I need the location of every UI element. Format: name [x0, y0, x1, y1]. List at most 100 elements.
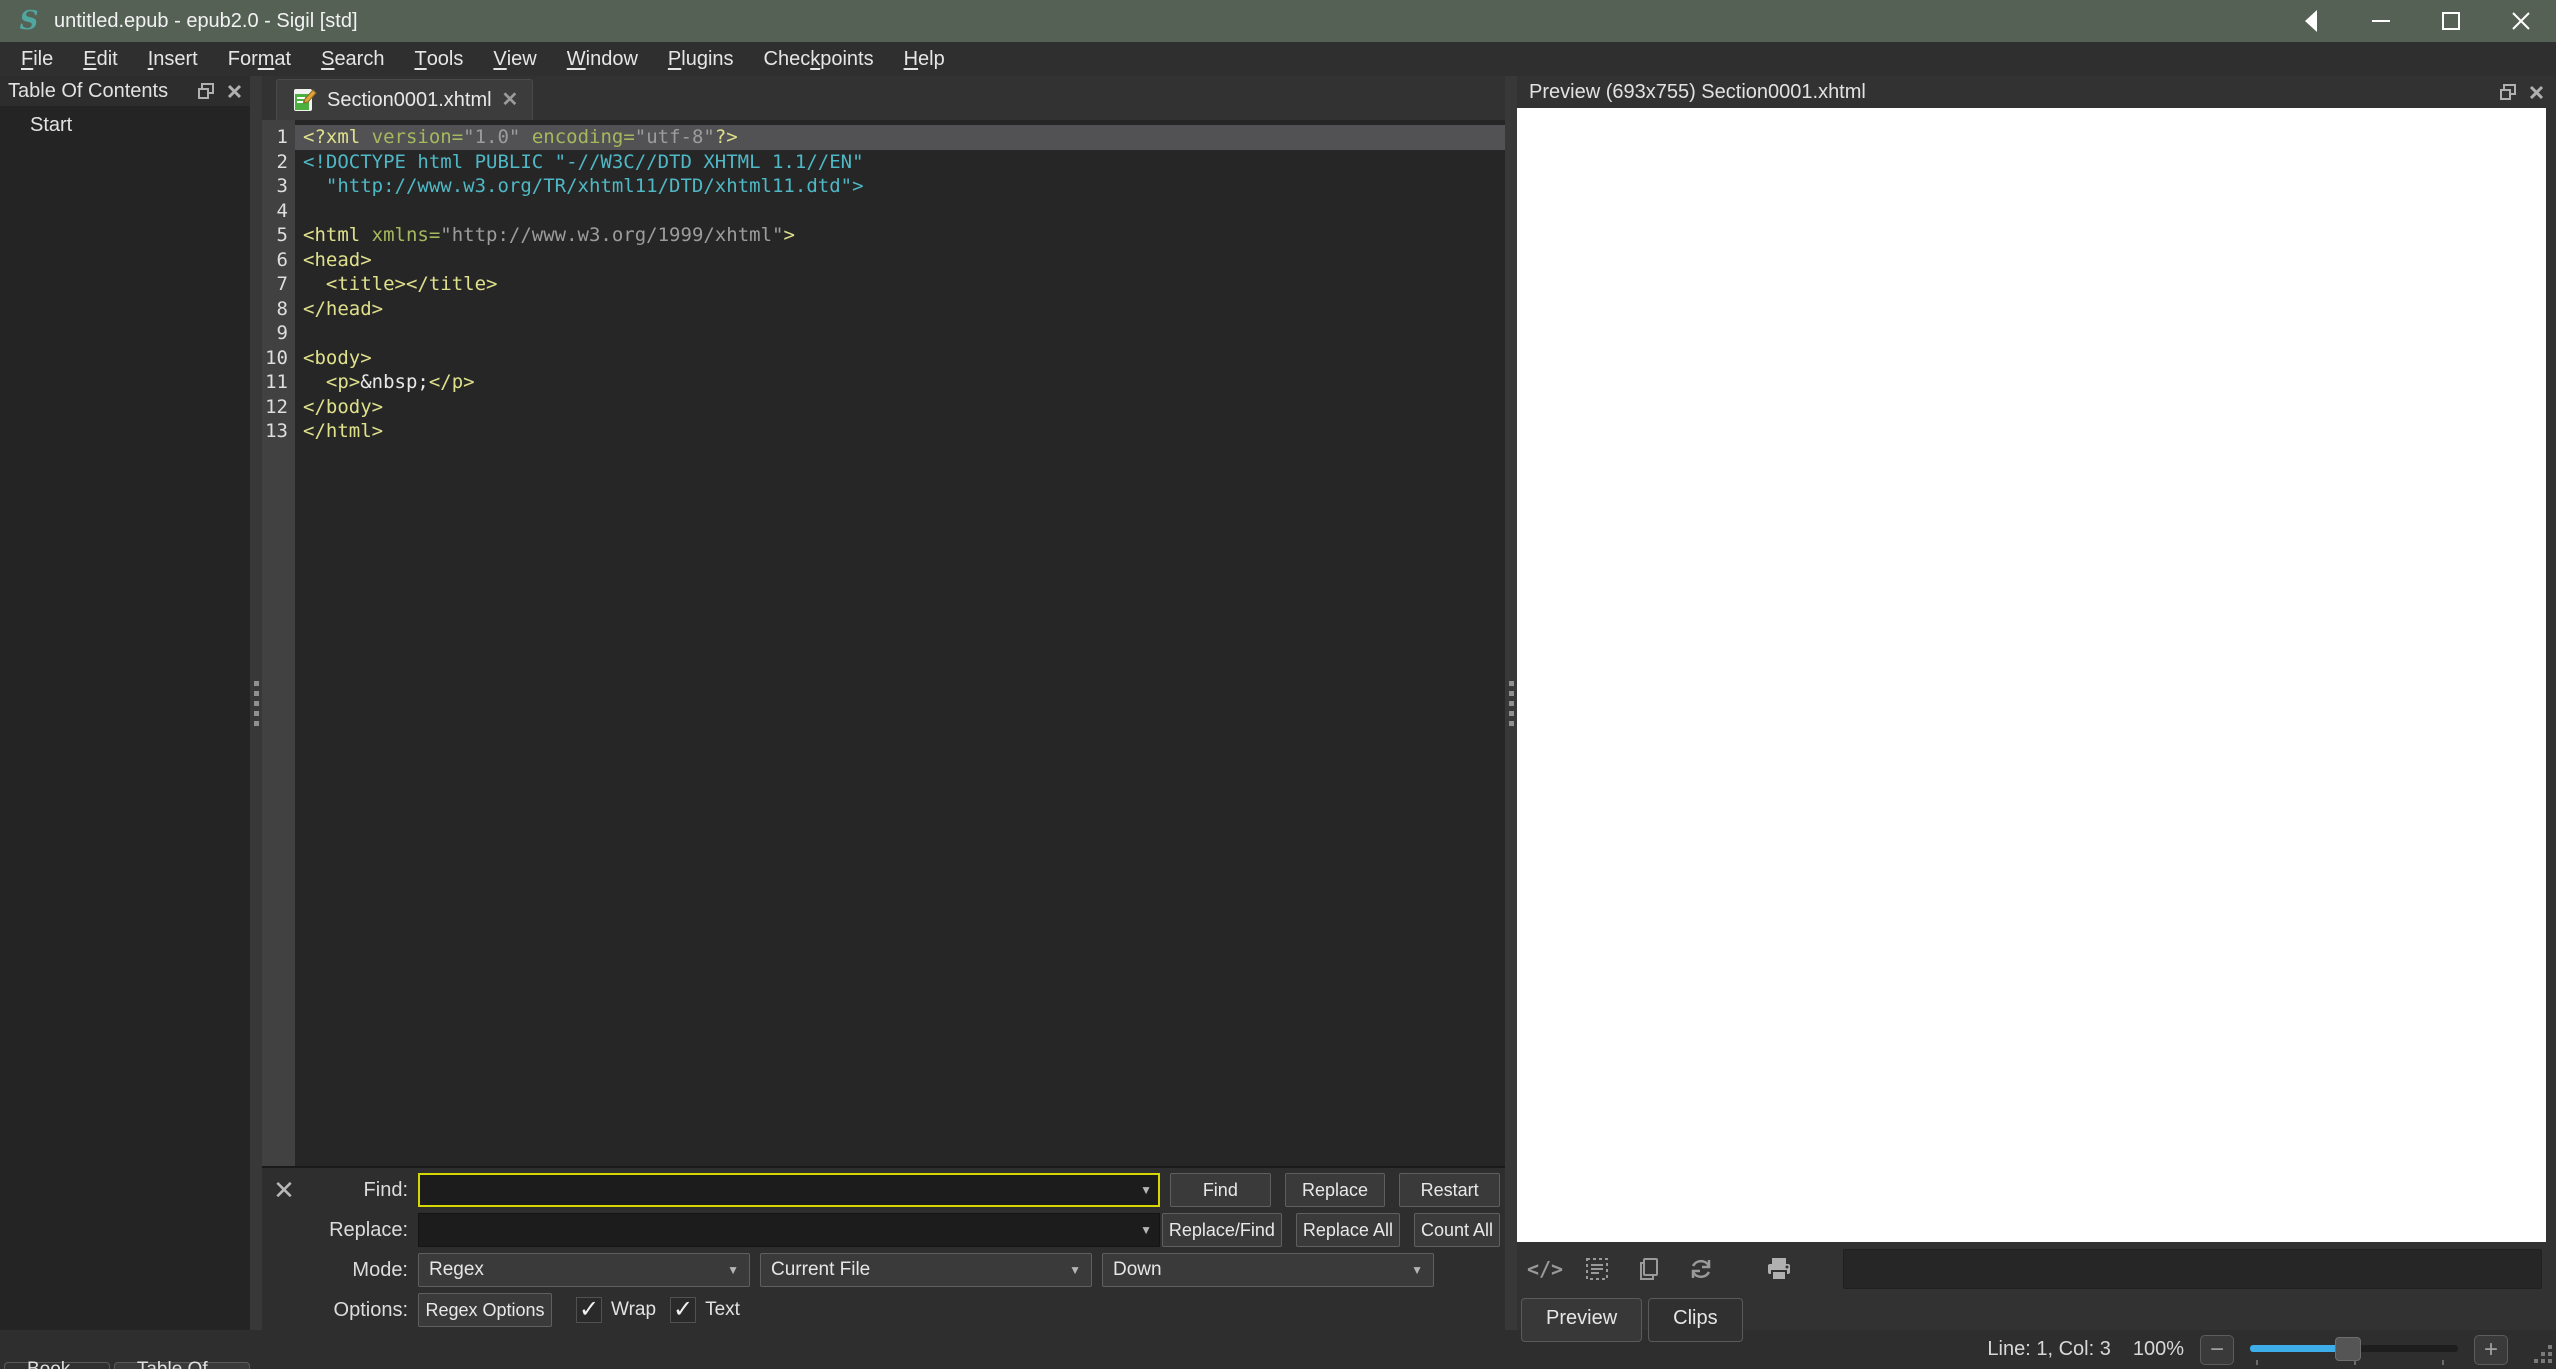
find-button[interactable]: Find: [1170, 1173, 1271, 1207]
code-editor[interactable]: 12345678910111213 <?xml version="1.0" en…: [262, 120, 1505, 1166]
code-token: <!DOCTYPE html PUBLIC "-//W3C//DTD XHTML…: [303, 151, 864, 173]
zoom-out-button[interactable]: −: [2200, 1335, 2234, 1365]
print-icon[interactable]: [1765, 1255, 1793, 1283]
preview-search-input[interactable]: [1843, 1249, 2542, 1289]
close-icon: [227, 84, 242, 99]
code-line-3: "http://www.w3.org/TR/xhtml11/DTD/xhtml1…: [295, 174, 1505, 199]
replace-button[interactable]: Replace: [1285, 1173, 1386, 1207]
toc-item-start[interactable]: Start: [0, 114, 250, 140]
menu-tools[interactable]: Tools: [399, 42, 478, 76]
menu-insert[interactable]: Insert: [133, 42, 213, 76]
menu-view[interactable]: View: [478, 42, 551, 76]
close-panel-button[interactable]: [2529, 85, 2544, 100]
select-all-icon[interactable]: [1583, 1255, 1611, 1283]
menu-format[interactable]: Format: [213, 42, 306, 76]
line-number: 7: [262, 272, 295, 297]
chevron-down-icon[interactable]: ▼: [1140, 1183, 1152, 1197]
float-panel-button[interactable]: [197, 82, 215, 100]
code-token: [520, 126, 531, 148]
title-bar: S untitled.epub - epub2.0 - Sigil [std]: [0, 0, 2556, 42]
dropdown-down[interactable]: Down▼: [1102, 1253, 1434, 1287]
find-input[interactable]: [418, 1173, 1160, 1207]
line-number: 1: [262, 125, 295, 150]
code-token: <head>: [303, 249, 372, 271]
count-all-button[interactable]: Count All: [1414, 1213, 1500, 1247]
find-panel-close-button[interactable]: ✕: [270, 1177, 298, 1203]
preview-panel: Preview (693x755) Section0001.xhtml </>: [1517, 76, 2556, 1330]
refresh-icon[interactable]: [1687, 1255, 1715, 1283]
menu-checkpoints[interactable]: Checkpoints: [749, 42, 889, 76]
code-token: "1.0": [463, 126, 520, 148]
code-line-13: </html>: [295, 419, 1505, 444]
toc-panel-title: Table Of Contents: [8, 80, 168, 103]
mode-dropdowns: Regex▼ Current File▼ Down▼: [418, 1253, 1500, 1287]
menu-file[interactable]: File: [6, 42, 68, 76]
preview-content[interactable]: [1517, 108, 2546, 1242]
code-line-1: <?xml version="1.0" encoding="utf-8"?>: [295, 125, 1505, 150]
restart-button[interactable]: Restart: [1399, 1173, 1500, 1207]
close-icon: [2529, 85, 2544, 100]
regex-options-button[interactable]: Regex Options: [418, 1293, 552, 1327]
close-panel-button[interactable]: [227, 84, 242, 99]
chevron-down-icon: ▼: [1069, 1263, 1081, 1277]
dock-tab-table-of-co[interactable]: Table Of Co...: [114, 1362, 250, 1369]
splitter-right[interactable]: [1505, 76, 1517, 1330]
xhtml-file-icon: [291, 87, 317, 113]
float-panel-button[interactable]: [2499, 83, 2517, 101]
code-token: </html>: [303, 420, 383, 442]
code-token: <title></title>: [303, 273, 497, 295]
code-token: "http://www.w3.org/1999/xhtml": [440, 224, 783, 246]
sigil-window: S untitled.epub - epub2.0 - Sigil [std] …: [0, 0, 2556, 1369]
close-button[interactable]: [2486, 0, 2556, 42]
checkbox-wrap[interactable]: ✓Wrap: [576, 1297, 656, 1323]
menu-help[interactable]: Help: [889, 42, 960, 76]
dock-tab-book-b[interactable]: Book B...: [4, 1362, 110, 1369]
editor-tab-bar: Section0001.xhtml ✕: [262, 76, 1505, 120]
tab-close-icon[interactable]: ✕: [502, 90, 519, 110]
checkbox-label: Text: [705, 1299, 740, 1321]
code-line-5: <html xmlns="http://www.w3.org/1999/xhtm…: [295, 223, 1505, 248]
copy-icon[interactable]: [1635, 1255, 1663, 1283]
replace-find-button[interactable]: Replace/Find: [1162, 1213, 1282, 1247]
code-line-12: </body>: [295, 395, 1505, 420]
code-token: "http://www.w3.org/TR/xhtml11/DTD/xhtml1…: [303, 175, 864, 197]
checkbox-text[interactable]: ✓Text: [670, 1297, 740, 1323]
cursor-position: Line: 1, Col: 3: [1987, 1338, 2110, 1361]
code-line-10: <body>: [295, 346, 1505, 371]
menu-bar: FileEditInsertFormatSearchToolsViewWindo…: [0, 42, 2556, 76]
replace-input[interactable]: [418, 1213, 1160, 1247]
code-token: encoding=: [532, 126, 635, 148]
replace-all-button[interactable]: Replace All: [1296, 1213, 1400, 1247]
float-icon: [2499, 83, 2517, 101]
code-line-9: [295, 321, 1505, 346]
zoom-slider-fill: [2250, 1345, 2348, 1352]
code-token: </p>: [429, 371, 475, 393]
menu-window[interactable]: Window: [552, 42, 653, 76]
tab-section0001[interactable]: Section0001.xhtml ✕: [276, 79, 533, 120]
options-label: Options:: [308, 1299, 408, 1322]
menu-search[interactable]: Search: [306, 42, 399, 76]
minimize-button[interactable]: [2346, 0, 2416, 42]
code-line-8: </head>: [295, 297, 1505, 322]
dropdown-current-file[interactable]: Current File▼: [760, 1253, 1092, 1287]
checkbox-label: Wrap: [611, 1299, 656, 1321]
zoom-slider-handle[interactable]: [2335, 1337, 2361, 1361]
line-number: 12: [262, 395, 295, 420]
code-view-icon[interactable]: </>: [1531, 1255, 1559, 1283]
preview-toolbar: </>: [1517, 1242, 2556, 1296]
chevron-down-icon[interactable]: ▼: [1140, 1223, 1152, 1237]
zoom-slider[interactable]: [2250, 1335, 2458, 1365]
menu-plugins[interactable]: Plugins: [653, 42, 749, 76]
collapse-arrow-button[interactable]: [2276, 0, 2346, 42]
maximize-button[interactable]: [2416, 0, 2486, 42]
preview-tab-preview[interactable]: Preview: [1521, 1298, 1642, 1342]
code-token: <html: [303, 224, 372, 246]
preview-tab-clips[interactable]: Clips: [1648, 1298, 1742, 1342]
code-token: version=: [372, 126, 464, 148]
zoom-in-button[interactable]: +: [2474, 1335, 2508, 1365]
line-number: 8: [262, 297, 295, 322]
dropdown-regex[interactable]: Regex▼: [418, 1253, 750, 1287]
resize-grip-icon[interactable]: [2530, 1337, 2552, 1363]
splitter-left[interactable]: [250, 76, 262, 1330]
menu-edit[interactable]: Edit: [68, 42, 132, 76]
